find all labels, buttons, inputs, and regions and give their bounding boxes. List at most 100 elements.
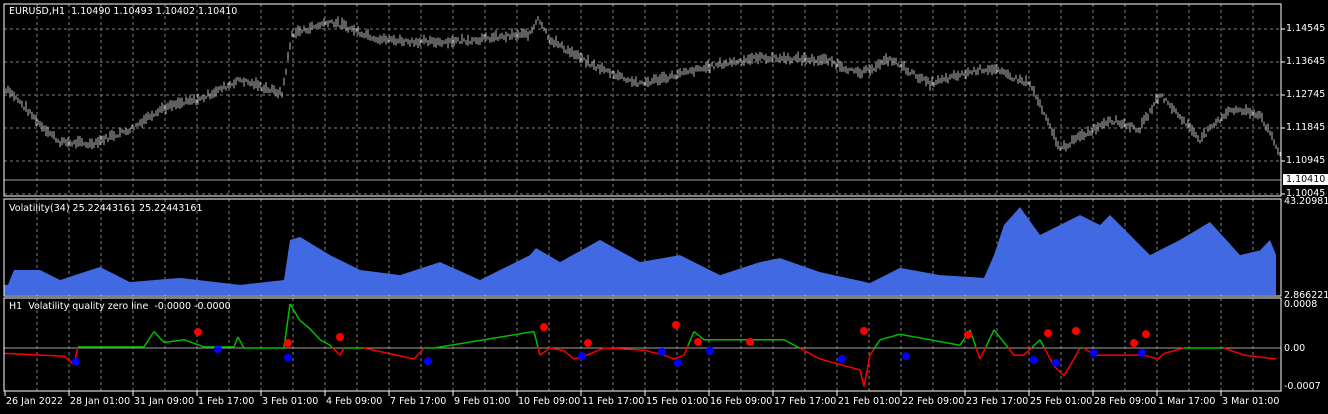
quality-line-segment xyxy=(1059,371,1063,375)
quality-line-segment xyxy=(589,352,593,355)
quality-line-segment xyxy=(159,337,163,341)
signal-dot-down xyxy=(658,347,666,356)
quality-line-segment xyxy=(999,336,1003,341)
quality-line-segment xyxy=(813,355,817,358)
quality-line-segment xyxy=(1027,348,1031,352)
signal-dot-down xyxy=(1030,356,1038,365)
quality-line-segment xyxy=(183,339,187,342)
quality-line-segment xyxy=(1045,350,1049,356)
time-axis-label: 3 Feb 01:00 xyxy=(262,396,319,407)
time-axis-label: 31 Jan 09:00 xyxy=(134,396,195,407)
quality-line-segment xyxy=(821,358,825,361)
quality-line-segment xyxy=(827,360,831,363)
signal-dot-up xyxy=(1044,329,1052,338)
quality-line-segment xyxy=(1147,355,1151,358)
quality-line-segment xyxy=(679,355,683,358)
time-axis-label: 10 Feb 09:00 xyxy=(518,396,581,407)
quality-line-segment xyxy=(339,351,343,356)
quality-line-segment xyxy=(303,323,307,327)
quality-line-segment xyxy=(295,313,299,318)
quality-line-segment xyxy=(1173,349,1177,352)
signal-dot-up xyxy=(1072,326,1080,335)
quality-line-segment xyxy=(317,337,321,341)
quality-line-segment xyxy=(1005,344,1009,349)
quality-line-segment xyxy=(835,362,839,365)
signal-dot-up xyxy=(284,339,292,348)
signal-dot-down xyxy=(72,357,80,366)
quality-line-segment xyxy=(877,339,881,344)
quality-line-segment xyxy=(897,333,901,336)
quality-line-segment xyxy=(327,343,331,346)
quality-line-segment xyxy=(1157,356,1161,360)
quality-line-segment xyxy=(287,303,291,319)
quality-axis-label: 0.0008 xyxy=(1284,299,1318,311)
quality-line-segment xyxy=(601,347,605,350)
quality-line-segment xyxy=(669,356,673,359)
quality-line-segment xyxy=(299,319,303,323)
quality-line-segment xyxy=(1033,343,1037,347)
quality-line-segment xyxy=(199,344,203,347)
quality-line-segment xyxy=(543,350,547,353)
quality-line-segment xyxy=(1055,367,1059,371)
quality-line-segment xyxy=(871,348,875,353)
quality-line-segment xyxy=(1239,353,1243,356)
signal-dot-down xyxy=(578,352,586,361)
quality-line-segment xyxy=(533,331,537,340)
quality-line-segment xyxy=(1035,341,1039,345)
quality-line-segment xyxy=(1069,361,1073,366)
quality-line-segment xyxy=(153,331,157,335)
quality-line-segment xyxy=(329,344,333,348)
price-axis-label: 1.12745 xyxy=(1286,89,1326,100)
quality-line-segment xyxy=(323,341,327,344)
quality-line-segment xyxy=(1039,339,1043,344)
quality-line-segment xyxy=(565,351,569,355)
signal-dot-up xyxy=(1130,339,1138,348)
quality-line-segment xyxy=(197,344,201,347)
quality-line-segment xyxy=(673,357,677,360)
quality-line-segment xyxy=(873,345,877,350)
quality-line-segment xyxy=(321,340,325,343)
quality-line-segment xyxy=(869,351,873,356)
quality-line-segment xyxy=(797,346,801,349)
volatility-area xyxy=(4,207,1276,295)
quality-line-segment xyxy=(1023,352,1027,356)
signal-dot-down xyxy=(1052,358,1060,367)
quality-line-segment xyxy=(593,350,597,353)
price-pane-title: EURUSD,H1 1.10490 1.10493 1.10402 1.1041… xyxy=(9,6,238,17)
quality-line-segment xyxy=(879,338,883,341)
quality-line-segment xyxy=(1031,344,1035,348)
quality-line-segment xyxy=(883,337,887,340)
quality-line-segment xyxy=(1241,353,1245,356)
quality-line-segment xyxy=(419,349,423,353)
quality-line-segment xyxy=(545,348,549,352)
quality-line-segment xyxy=(893,334,897,337)
quality-line-segment xyxy=(695,332,699,336)
quality-line-segment xyxy=(1165,351,1169,354)
quality-line-segment xyxy=(1025,350,1029,354)
quality-line-segment xyxy=(825,359,829,362)
quality-line-segment xyxy=(587,353,591,356)
quality-line-segment xyxy=(1151,356,1155,359)
quality-line-segment xyxy=(839,363,843,366)
time-axis-label: 23 Feb 17:00 xyxy=(966,396,1029,407)
quality-line-segment xyxy=(305,324,309,328)
quality-line-segment xyxy=(585,353,589,357)
quality-line-segment xyxy=(1011,352,1015,356)
quality-line-segment xyxy=(787,341,791,344)
quality-line-segment xyxy=(143,343,147,348)
price-axis-label: 1.11845 xyxy=(1286,122,1326,133)
quality-line-segment xyxy=(309,328,313,332)
quality-line-segment xyxy=(801,348,805,352)
time-axis-label: 28 Feb 09:00 xyxy=(1094,396,1157,407)
quality-line-segment xyxy=(693,330,697,334)
quality-line-segment xyxy=(961,338,965,343)
quality-line-segment xyxy=(1163,352,1167,355)
quality-line-segment xyxy=(285,318,289,334)
signal-dot-down xyxy=(214,345,222,354)
quality-line-segment xyxy=(689,335,693,342)
quality-line-segment xyxy=(313,332,317,336)
quality-line-segment xyxy=(891,335,895,338)
volatility-pane-title: Volatility(34) 25.22443161 25.22443161 xyxy=(9,203,203,214)
volatility-axis-label: 43.209814 xyxy=(1284,196,1328,207)
signal-dot-up xyxy=(964,330,972,339)
